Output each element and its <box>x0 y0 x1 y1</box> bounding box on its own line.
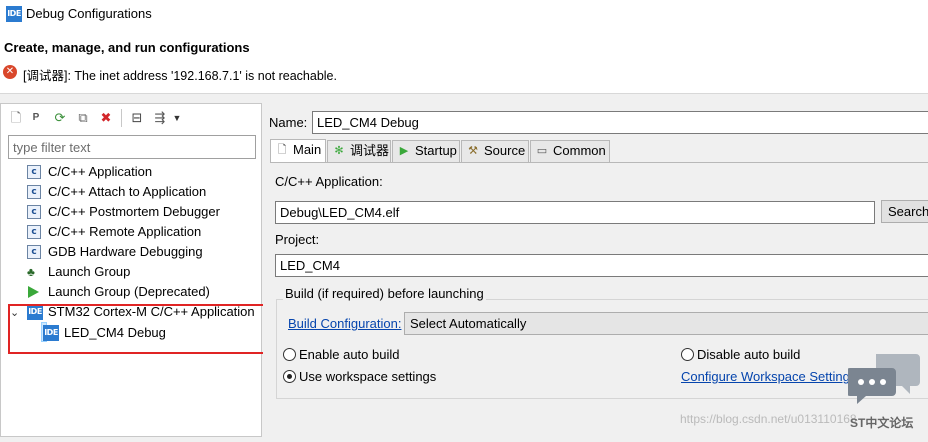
disable-auto-build-radio[interactable] <box>681 348 694 361</box>
watermark-url: https://blog.csdn.net/u013110168 <box>680 412 857 426</box>
c-icon: c <box>27 225 41 239</box>
debugger-tab-icon: ✻ <box>334 145 344 157</box>
tab-common[interactable]: ▭ Common <box>530 140 610 162</box>
use-workspace-settings-radio[interactable] <box>283 370 296 383</box>
disable-auto-build-label[interactable]: Disable auto build <box>697 347 800 362</box>
app-label: C/C++ Application: <box>275 174 383 189</box>
launch-icon <box>28 286 39 298</box>
chat-bubble-icon <box>848 354 920 404</box>
launch-group-icon: ♣ <box>27 265 35 279</box>
tree-item-label: C/C++ Postmortem Debugger <box>48 204 220 219</box>
c-icon: c <box>27 165 41 179</box>
tab-label: Startup <box>415 143 457 158</box>
tree-item-label: C/C++ Remote Application <box>48 224 202 239</box>
project-label: Project: <box>275 232 320 247</box>
tab-debugger[interactable]: ✻ 调试器 <box>327 140 391 162</box>
dropdown-arrow-icon[interactable]: ▼ <box>172 110 182 126</box>
configure-workspace-settings-link[interactable]: Configure Workspace Settings... <box>681 369 867 384</box>
error-icon: ✕ <box>3 65 17 79</box>
app-path-input[interactable] <box>275 201 875 224</box>
window-titlebar: IDE Debug Configurations <box>0 0 928 28</box>
c-icon: c <box>27 205 41 219</box>
error-message: [调试器]: The inet address '192.168.7.1' is… <box>23 69 337 83</box>
tab-label: Source <box>484 143 526 158</box>
tree-item-label: C/C++ Attach to Application <box>48 184 207 199</box>
dialog-header: Create, manage, and run configurations ✕… <box>0 28 928 94</box>
tab-label: 调试器 <box>350 143 390 158</box>
highlight-box <box>8 304 269 354</box>
build-configuration-select[interactable]: Select Automatically <box>404 312 928 335</box>
configuration-editor: Name: 🗋 Main ✻ 调试器 ▶ Startup ⚒ Source ▭ … <box>267 103 928 442</box>
tab-source[interactable]: ⚒ Source <box>461 140 529 162</box>
new-config-icon[interactable]: 🗋 <box>8 110 24 126</box>
use-workspace-settings-label[interactable]: Use workspace settings <box>299 369 436 384</box>
startup-tab-icon: ▶ <box>399 145 409 157</box>
tab-startup[interactable]: ▶ Startup <box>392 140 460 162</box>
enable-auto-build-radio[interactable] <box>283 348 296 361</box>
tab-label: Common <box>553 143 606 158</box>
tree-item-label: GDB Hardware Debugging <box>48 244 203 259</box>
dialog-heading: Create, manage, and run configurations <box>4 40 250 55</box>
export-icon[interactable]: ⟳ <box>52 110 68 126</box>
project-input[interactable] <box>275 254 928 277</box>
search-project-button[interactable]: Search Project... <box>881 200 928 223</box>
enable-auto-build-label[interactable]: Enable auto build <box>299 347 399 362</box>
configurations-panel: 🗋 P ⟳ ⧉ ✖ ⊟ ⇶ ▼ c C/C++ Application c C/… <box>0 103 262 437</box>
main-tab-icon: 🗋 <box>277 144 287 156</box>
tree-item-label: Launch Group (Deprecated) <box>48 284 210 299</box>
build-group-title: Build (if required) before launching <box>283 286 486 301</box>
ide-app-icon: IDE <box>6 6 22 22</box>
delete-icon[interactable]: ✖ <box>98 110 114 126</box>
collapse-all-icon[interactable]: ⊟ <box>129 110 145 126</box>
tree-item-label: C/C++ Application <box>48 164 153 179</box>
tree-item-label: Launch Group <box>48 264 131 279</box>
duplicate-icon[interactable]: ⧉ <box>75 110 91 126</box>
common-tab-icon: ▭ <box>536 145 548 157</box>
watermark-brand: ST中文论坛 <box>850 416 914 430</box>
new-prototype-icon[interactable]: P <box>28 110 44 126</box>
name-label: Name: <box>269 115 308 130</box>
build-configuration-link[interactable]: Build Configuration: <box>288 316 401 331</box>
tab-main[interactable]: 🗋 Main <box>270 139 326 163</box>
tab-label: Main <box>293 142 322 157</box>
filter-input[interactable] <box>8 135 256 159</box>
window-title: Debug Configurations <box>26 6 152 21</box>
source-tab-icon: ⚒ <box>468 145 478 157</box>
filter-icon[interactable]: ⇶ <box>152 110 168 126</box>
c-icon: c <box>27 245 41 259</box>
toolbar-separator <box>121 109 122 127</box>
name-input[interactable] <box>312 111 928 134</box>
c-icon: c <box>27 185 41 199</box>
